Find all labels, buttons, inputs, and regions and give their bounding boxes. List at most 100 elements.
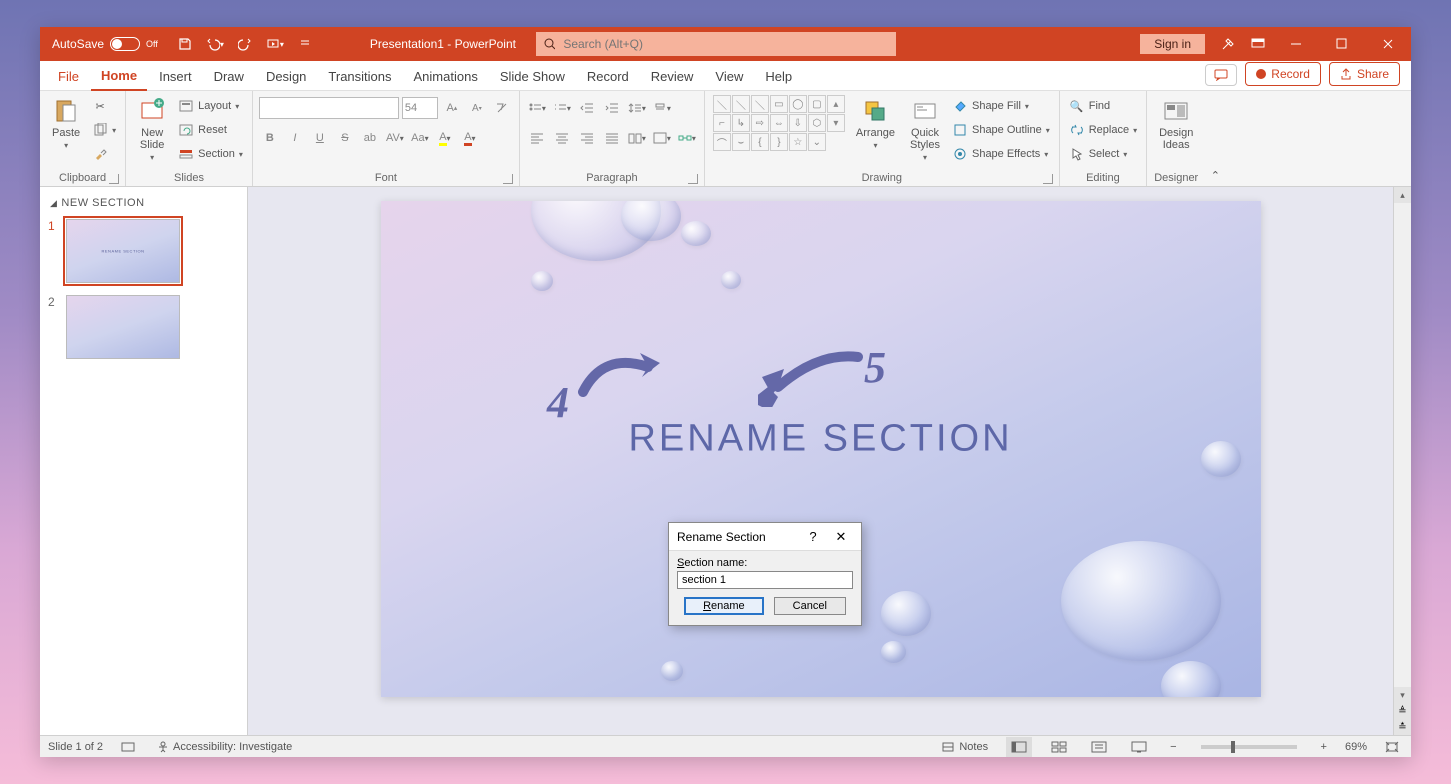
select-button[interactable]: Select▾ (1066, 143, 1140, 165)
shape-fill-button[interactable]: Shape Fill▾ (949, 95, 1053, 117)
customize-qat-icon[interactable] (290, 27, 320, 61)
shape-elbow[interactable]: ⌐ (713, 114, 731, 132)
tab-review[interactable]: Review (641, 63, 704, 90)
shape-scroll-up[interactable]: ▴ (827, 95, 845, 113)
shape-brace-l[interactable]: { (751, 133, 769, 151)
spacing-button[interactable]: AV▾ (384, 127, 406, 149)
comments-button[interactable] (1205, 64, 1237, 86)
shape-line[interactable]: ＼ (713, 95, 731, 113)
bullets-button[interactable]: ▾ (526, 97, 548, 119)
section-header[interactable]: ◢ NEW SECTION (48, 193, 239, 213)
cancel-button[interactable]: Cancel (774, 597, 846, 615)
shape-star[interactable]: ☆ (789, 133, 807, 151)
cut-button[interactable]: ✂ (89, 95, 119, 117)
sign-in-button[interactable]: Sign in (1140, 34, 1205, 54)
coming-soon-icon[interactable] (1213, 27, 1243, 61)
section-collapse-icon[interactable]: ◢ (50, 198, 57, 209)
maximize-button[interactable] (1319, 27, 1365, 61)
italic-button[interactable]: I (284, 127, 306, 149)
tab-insert[interactable]: Insert (149, 63, 202, 90)
align-left-button[interactable] (526, 127, 548, 149)
drawing-launcher[interactable] (1043, 174, 1053, 184)
zoom-knob[interactable] (1231, 741, 1235, 753)
normal-view-button[interactable] (1006, 737, 1032, 757)
tab-animations[interactable]: Animations (404, 63, 488, 90)
collapse-ribbon-button[interactable]: ⌃ (1205, 91, 1225, 186)
shape-elbow2[interactable]: ↳ (732, 114, 750, 132)
shape-outline-button[interactable]: Shape Outline▾ (949, 119, 1053, 141)
case-button[interactable]: Aa▾ (409, 127, 431, 149)
slide-title[interactable]: RENAME SECTION (628, 418, 1012, 461)
arrange-button[interactable]: Arrange▾ (850, 93, 901, 154)
text-direction-button[interactable]: ▾ (651, 97, 673, 119)
scroll-up-button[interactable]: ▴ (1394, 187, 1411, 203)
find-button[interactable]: 🔍Find (1066, 95, 1140, 117)
section-name-input[interactable] (677, 571, 853, 589)
shape-line2[interactable]: ＼ (732, 95, 750, 113)
tab-view[interactable]: View (705, 63, 753, 90)
share-button[interactable]: Share (1329, 62, 1400, 86)
display-settings-button[interactable] (117, 741, 139, 753)
rename-button[interactable]: Rename (684, 597, 764, 615)
strike-button[interactable]: S (334, 127, 356, 149)
tab-help[interactable]: Help (755, 63, 802, 90)
zoom-slider[interactable] (1201, 745, 1297, 749)
tab-design[interactable]: Design (256, 63, 316, 90)
accessibility-button[interactable]: Accessibility: Investigate (153, 741, 296, 753)
line-spacing-button[interactable]: ▾ (626, 97, 648, 119)
shadow-button[interactable]: ab (359, 127, 381, 149)
increase-indent-button[interactable] (601, 97, 623, 119)
present-icon[interactable]: ▾ (260, 27, 290, 61)
zoom-level[interactable]: 69% (1345, 741, 1367, 753)
tab-transitions[interactable]: Transitions (318, 63, 401, 90)
highlight-button[interactable]: A▾ (434, 127, 456, 149)
new-slide-button[interactable]: New Slide▾ (132, 93, 172, 166)
tab-home[interactable]: Home (91, 62, 147, 91)
bold-button[interactable]: B (259, 127, 281, 149)
shape-scroll-dn[interactable]: ▾ (827, 114, 845, 132)
shape-brace-r[interactable]: } (770, 133, 788, 151)
smartart-button[interactable]: ▾ (676, 127, 698, 149)
reset-button[interactable]: Reset (175, 119, 246, 141)
shape-oval[interactable]: ◯ (789, 95, 807, 113)
save-icon[interactable] (170, 27, 200, 61)
slide-canvas-area[interactable]: RENAME SECTION 4 5 (248, 187, 1393, 735)
align-text-button[interactable]: ▾ (651, 127, 673, 149)
notes-button[interactable]: Notes (937, 741, 992, 753)
tab-record[interactable]: Record (577, 63, 639, 90)
numbering-button[interactable]: ▾ (551, 97, 573, 119)
tab-slideshow[interactable]: Slide Show (490, 63, 575, 90)
font-family-combo[interactable] (259, 97, 399, 119)
record-button[interactable]: Record (1245, 62, 1321, 86)
columns-button[interactable]: ▾ (626, 127, 648, 149)
tab-draw[interactable]: Draw (204, 63, 254, 90)
shape-effects-button[interactable]: Shape Effects▾ (949, 143, 1053, 165)
redo-icon[interactable] (230, 27, 260, 61)
align-right-button[interactable] (576, 127, 598, 149)
shape-more[interactable]: ⌄ (808, 133, 826, 151)
copy-button[interactable]: ▾ (89, 119, 119, 141)
decrease-font-button[interactable]: A▾ (466, 97, 488, 119)
zoom-in-button[interactable]: + (1317, 741, 1331, 753)
slide-position[interactable]: Slide 1 of 2 (48, 741, 103, 753)
dialog-close-button[interactable]: ✕ (829, 525, 853, 549)
undo-icon[interactable]: ▾ (200, 27, 230, 61)
shape-roundrect[interactable]: ▢ (808, 95, 826, 113)
increase-font-button[interactable]: A▴ (441, 97, 463, 119)
thumbnail-2[interactable] (66, 295, 180, 359)
shape-rect[interactable]: ▭ (770, 95, 788, 113)
font-launcher[interactable] (503, 174, 513, 184)
vertical-scrollbar[interactable]: ▴ ▾ ≜ ≛ (1393, 187, 1411, 735)
dialog-help-button[interactable]: ? (801, 525, 825, 549)
slideshow-view-button[interactable] (1126, 737, 1152, 757)
shape-arrow-r[interactable]: ⇨ (751, 114, 769, 132)
close-button[interactable] (1365, 27, 1411, 61)
shape-curve2[interactable]: ⌣ (732, 133, 750, 151)
prev-slide-button[interactable]: ≜ (1394, 703, 1411, 719)
fit-to-window-button[interactable] (1381, 741, 1403, 753)
section-button[interactable]: Section▾ (175, 143, 246, 165)
decrease-indent-button[interactable] (576, 97, 598, 119)
thumbnail-1[interactable]: RENAME SECTION (66, 219, 180, 283)
paste-button[interactable]: Paste ▾ (46, 93, 86, 154)
layout-button[interactable]: Layout▾ (175, 95, 246, 117)
